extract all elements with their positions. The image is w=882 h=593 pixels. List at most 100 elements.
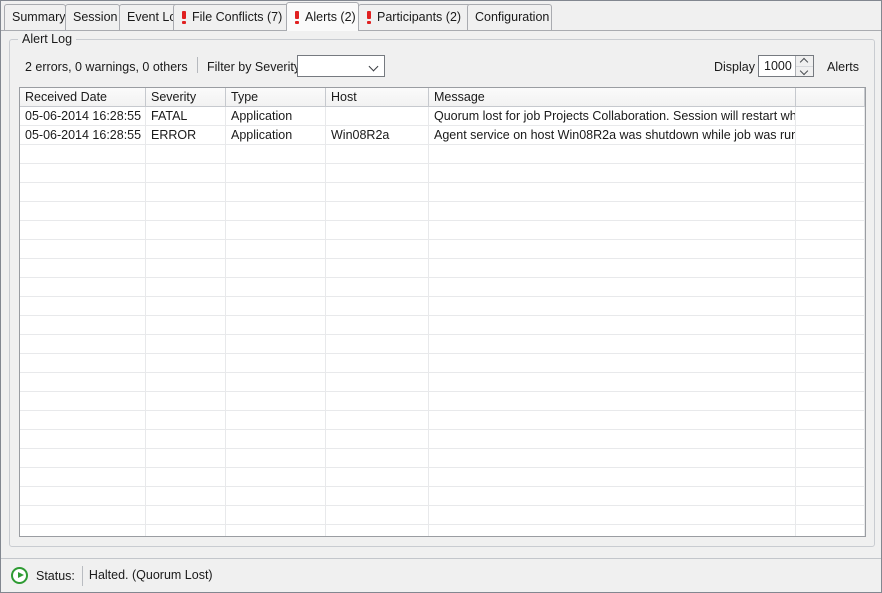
table-row-empty[interactable] (20, 430, 865, 449)
table-row-empty[interactable] (20, 392, 865, 411)
tab-session[interactable]: Session (65, 4, 120, 30)
alert-log-table[interactable]: Received Date Severity Type Host Message 05-… (19, 87, 866, 537)
column-header-received-date[interactable]: Received Date (20, 88, 146, 106)
table-row[interactable]: 05-06-2014 16:28:55 FATAL Application Quoru… (20, 107, 865, 126)
cell-empty (796, 392, 865, 410)
cell-empty (326, 259, 429, 277)
column-header[interactable] (796, 88, 865, 106)
cell-empty (226, 430, 326, 448)
cell-empty (226, 335, 326, 353)
cell-empty (796, 240, 865, 258)
cell-empty (20, 487, 146, 505)
cell-empty (429, 449, 796, 467)
table-row-empty[interactable] (20, 487, 865, 506)
cell-empty (429, 297, 796, 315)
cell-empty (796, 316, 865, 334)
cell-empty (429, 468, 796, 486)
cell-empty (429, 240, 796, 258)
alert-icon (181, 11, 187, 24)
table-row-empty[interactable] (20, 240, 865, 259)
cell-empty (796, 506, 865, 524)
cell-extra (796, 107, 865, 125)
cell-empty (226, 411, 326, 429)
cell-empty (20, 316, 146, 334)
cell-empty (226, 164, 326, 182)
display-count-stepper[interactable]: 1000 (758, 55, 814, 77)
tab-configuration[interactable]: Configuration (467, 4, 552, 30)
tab-alerts-2[interactable]: Alerts (2) (286, 2, 359, 31)
cell-type: Application (226, 107, 326, 125)
table-row-empty[interactable] (20, 449, 865, 468)
cell-empty (146, 506, 226, 524)
cell-empty (326, 335, 429, 353)
alerts-suffix-label: Alerts (827, 60, 859, 74)
cell-empty (326, 354, 429, 372)
table-row-empty[interactable] (20, 183, 865, 202)
table-row[interactable]: 05-06-2014 16:28:55 ERROR Application Win08… (20, 126, 865, 145)
cell-empty (20, 468, 146, 486)
cell-empty (20, 183, 146, 201)
cell-empty (796, 335, 865, 353)
cell-severity: FATAL (146, 107, 226, 125)
column-header-type[interactable]: Type (226, 88, 326, 106)
table-row-empty[interactable] (20, 373, 865, 392)
cell-empty (146, 354, 226, 372)
table-row-empty[interactable] (20, 145, 865, 164)
tab-strip: Summary Session Event Log File Conflicts (7… (1, 1, 881, 31)
cell-empty (20, 449, 146, 467)
tab-summary[interactable]: Summary (4, 4, 66, 30)
column-header-host[interactable]: Host (326, 88, 429, 106)
cell-empty (429, 259, 796, 277)
table-row-empty[interactable] (20, 202, 865, 221)
cell-empty (20, 411, 146, 429)
table-row-empty[interactable] (20, 411, 865, 430)
cell-severity: ERROR (146, 126, 226, 144)
cell-empty (796, 487, 865, 505)
cell-empty (796, 525, 865, 536)
filter-by-severity-label: Filter by Severity: (207, 60, 304, 74)
alert-log-toolbar: 2 errors, 0 warnings, 0 others Filter by… (19, 53, 865, 83)
table-row-empty[interactable] (20, 221, 865, 240)
stepper-down-button[interactable] (796, 67, 813, 77)
column-header-message[interactable]: Message (429, 88, 796, 106)
table-row-empty[interactable] (20, 335, 865, 354)
cell-empty (796, 183, 865, 201)
table-row-empty[interactable] (20, 506, 865, 525)
cell-empty (326, 449, 429, 467)
table-row-empty[interactable] (20, 525, 865, 536)
tab-file-conflicts-7[interactable]: File Conflicts (7) (173, 4, 289, 30)
cell-empty (796, 164, 865, 182)
cell-empty (226, 506, 326, 524)
cell-empty (429, 202, 796, 220)
play-circle-icon (11, 567, 28, 584)
cell-empty (20, 525, 146, 536)
table-row-empty[interactable] (20, 316, 865, 335)
cell-empty (326, 392, 429, 410)
cell-empty (796, 468, 865, 486)
cell-host: Win08R2a (326, 126, 429, 144)
stepper-buttons (795, 56, 813, 76)
table-row-empty[interactable] (20, 354, 865, 373)
stepper-up-button[interactable] (796, 56, 813, 67)
cell-empty (226, 221, 326, 239)
display-count-label: Display (714, 60, 755, 74)
filter-by-severity-select[interactable] (297, 55, 385, 77)
cell-empty (146, 335, 226, 353)
column-header-severity[interactable]: Severity (146, 88, 226, 106)
cell-empty (796, 221, 865, 239)
table-row-empty[interactable] (20, 468, 865, 487)
cell-empty (146, 278, 226, 296)
tab-participants-2[interactable]: Participants (2) (358, 4, 471, 30)
cell-empty (429, 354, 796, 372)
cell-empty (226, 297, 326, 315)
tab-label: Summary (12, 10, 66, 25)
cell-empty (226, 145, 326, 163)
table-row-empty[interactable] (20, 297, 865, 316)
cell-empty (146, 411, 226, 429)
cell-empty (226, 449, 326, 467)
table-row-empty[interactable] (20, 259, 865, 278)
table-row-empty[interactable] (20, 164, 865, 183)
cell-empty (146, 468, 226, 486)
display-count-input[interactable]: 1000 (759, 56, 795, 76)
table-row-empty[interactable] (20, 278, 865, 297)
